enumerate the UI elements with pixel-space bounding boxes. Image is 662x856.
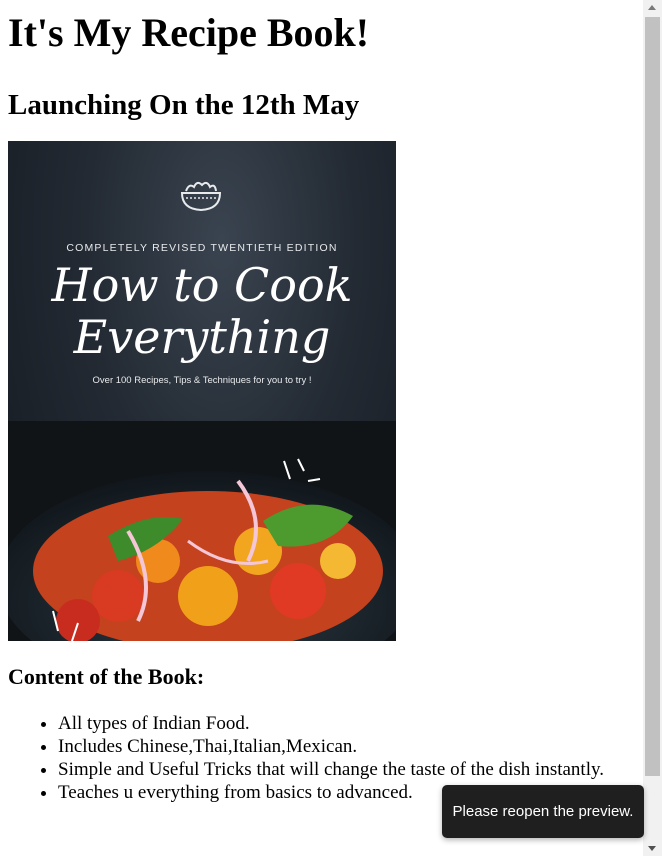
salad-bowl-photo [8, 421, 396, 641]
scroll-down-arrow-icon[interactable] [648, 846, 656, 851]
scrollbar-thumb[interactable] [645, 17, 660, 776]
vertical-scrollbar[interactable] [643, 0, 662, 856]
page-header: It's My Recipe Book! Launching On the 12… [8, 0, 638, 122]
cover-edition-text: COMPLETELY REVISED TWENTIETH EDITION [66, 242, 338, 254]
scroll-up-arrow-icon[interactable] [648, 5, 656, 10]
list-item: Simple and Useful Tricks that will chang… [58, 758, 628, 781]
list-item: All types of Indian Food. [58, 712, 628, 735]
cover-title-line-1: How to Cook [51, 258, 353, 312]
toast-notification: Please reopen the preview. [442, 785, 644, 838]
page-title: It's My Recipe Book! [8, 10, 370, 55]
contents-heading: Content of the Book: [8, 664, 205, 689]
book-contents-section: Content of the Book: All types of Indian… [8, 664, 628, 804]
page-subtitle: Launching On the 12th May [8, 89, 360, 121]
cover-title: How to Cook Everything [8, 259, 396, 363]
toast-message: Please reopen the preview. [452, 803, 634, 820]
salad-bowl-icon [180, 181, 222, 212]
list-item: Includes Chinese,Thai,Italian,Mexican. [58, 735, 628, 758]
book-cover-image: COMPLETELY REVISED TWENTIETH EDITION How… [8, 141, 396, 641]
cover-title-line-2: Everything [73, 310, 331, 364]
cover-tagline: Over 100 Recipes, Tips & Techniques for … [92, 375, 312, 386]
